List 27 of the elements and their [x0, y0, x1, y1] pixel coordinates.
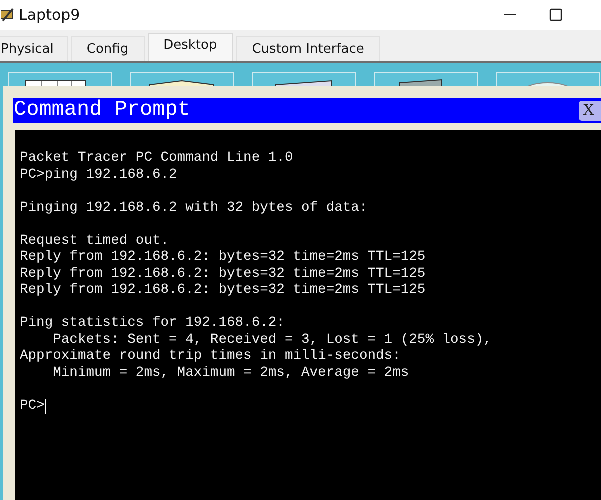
command-prompt-title: Command Prompt — [13, 99, 190, 122]
terminal-line: Reply from 192.168.6.2: bytes=32 time=2ms TTL=125 — [20, 283, 426, 300]
terminal-line: Pinging 192.168.6.2 with 32 bytes of data: — [20, 200, 368, 217]
tab[interactable]: Physical — [0, 36, 68, 61]
terminal-line: PC> — [20, 398, 45, 415]
tab[interactable]: Desktop — [148, 33, 234, 61]
text-cursor — [44, 399, 46, 414]
terminal-line: Packet Tracer PC Command Line 1.0 — [20, 151, 294, 168]
square-icon — [549, 8, 563, 22]
minus-icon — [504, 14, 516, 16]
terminal-line: Ping statistics for 192.168.6.2: — [20, 316, 285, 332]
window-title: Laptop9 — [19, 6, 80, 24]
terminal-line: Reply from 192.168.6.2: bytes=32 time=2ms TTL=125 — [20, 266, 426, 283]
tab[interactable]: Custom Interface — [236, 36, 380, 61]
terminal-line: Approximate round trip times in milli-seconds: — [20, 349, 401, 366]
terminal-line: Request timed out. — [20, 234, 170, 250]
desktop-app-tile[interactable] — [496, 72, 600, 86]
terminal-line: Packets: Sent = 4, Received = 3, Lost = 1 (25% loss), — [52, 332, 492, 349]
desktop-app-tile[interactable] — [374, 72, 478, 86]
desktop-app-tile[interactable] — [8, 72, 112, 86]
terminal-line: PC>ping 192.168.6.2 — [20, 168, 178, 184]
close-button[interactable]: X — [579, 100, 601, 120]
terminal-line: Minimum = 2ms, Maximum = 2ms, Average = 2ms — [52, 366, 410, 382]
terminal-line: Reply from 192.168.6.2: bytes=32 time=2ms TTL=125 — [20, 250, 426, 266]
tab[interactable]: Config — [70, 36, 145, 61]
desktop-app-tile[interactable] — [252, 72, 356, 86]
desktop-app-tile[interactable] — [130, 72, 234, 86]
